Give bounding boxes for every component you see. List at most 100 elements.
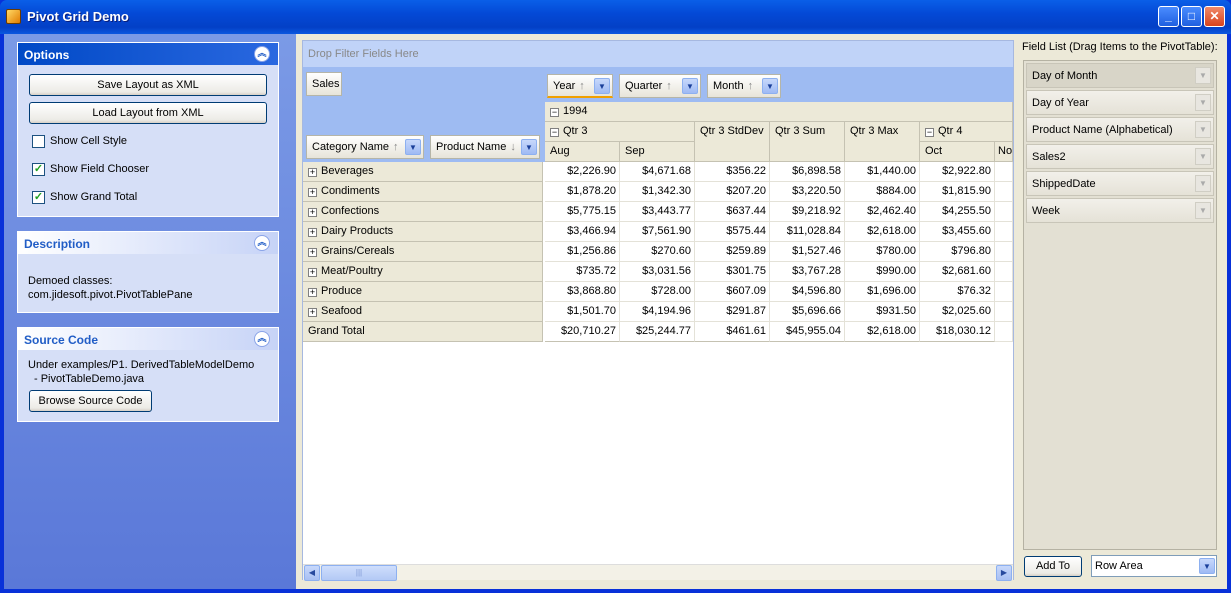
collapse-icon[interactable]: ︽ xyxy=(254,235,270,251)
close-button[interactable]: ✕ xyxy=(1204,6,1225,27)
chevron-down-icon[interactable]: ▼ xyxy=(521,139,537,155)
field-list-item[interactable]: Day of Year ▼ xyxy=(1026,90,1214,115)
data-cell[interactable]: $931.50 xyxy=(845,302,920,322)
chevron-down-icon[interactable]: ▼ xyxy=(1195,202,1211,219)
chevron-down-icon[interactable]: ▼ xyxy=(1195,148,1211,165)
data-cell[interactable]: $1,815.90 xyxy=(920,182,995,202)
data-cell[interactable]: $9,218.92 xyxy=(770,202,845,222)
data-cell[interactable] xyxy=(995,322,1013,342)
data-cell[interactable]: $2,922.80 xyxy=(920,162,995,182)
chevron-down-icon[interactable]: ▼ xyxy=(1199,558,1215,574)
data-cell[interactable] xyxy=(995,282,1013,302)
data-cell[interactable]: $1,878.20 xyxy=(545,182,620,202)
chevron-down-icon[interactable]: ▼ xyxy=(1195,94,1211,111)
data-cell[interactable]: $6,898.58 xyxy=(770,162,845,182)
data-cell[interactable] xyxy=(995,222,1013,242)
data-cell[interactable]: $2,025.60 xyxy=(920,302,995,322)
data-cell[interactable] xyxy=(995,242,1013,262)
data-cell[interactable] xyxy=(995,162,1013,182)
checkmark-icon[interactable]: ✓ xyxy=(32,162,45,176)
data-cell[interactable]: $780.00 xyxy=(845,242,920,262)
filter-drop-area[interactable]: Drop Filter Fields Here xyxy=(303,41,1013,67)
data-cell[interactable]: $2,226.90 xyxy=(545,162,620,182)
data-cell[interactable]: $270.60 xyxy=(620,242,695,262)
expand-plus-icon[interactable]: + xyxy=(308,288,317,297)
column-field-month[interactable]: Month ↑ ▼ xyxy=(707,74,781,98)
show-field-chooser-checkbox[interactable]: ✓ Show Field Chooser xyxy=(32,162,149,176)
data-cell[interactable]: $990.00 xyxy=(845,262,920,282)
area-select[interactable]: Row Area ▼ xyxy=(1091,555,1217,577)
data-cell[interactable]: $735.72 xyxy=(545,262,620,282)
row-field-category-name[interactable]: Category Name ↑ ▼ xyxy=(306,135,424,159)
data-cell[interactable]: $1,342.30 xyxy=(620,182,695,202)
row-field-product-name[interactable]: Product Name ↓ ▼ xyxy=(430,135,540,159)
data-cell[interactable]: $76.32 xyxy=(920,282,995,302)
data-cell[interactable]: $1,527.46 xyxy=(770,242,845,262)
chevron-down-icon[interactable]: ▼ xyxy=(405,139,421,155)
grand-total-cell[interactable]: $20,710.27 xyxy=(545,322,620,342)
expand-plus-icon[interactable]: + xyxy=(308,248,317,257)
data-cell[interactable]: $4,671.68 xyxy=(620,162,695,182)
horizontal-scrollbar[interactable]: ◀ ||| ▶ xyxy=(303,564,1013,581)
field-list-item[interactable]: ShippedDate ▼ xyxy=(1026,171,1214,196)
row-header[interactable]: + Condiments xyxy=(303,182,543,202)
grand-total-cell[interactable]: $18,030.12 xyxy=(920,322,995,342)
data-cell[interactable]: $1,696.00 xyxy=(845,282,920,302)
year-header[interactable]: −1994 xyxy=(545,102,1013,122)
collapse-icon[interactable]: ︽ xyxy=(254,46,270,62)
maximize-button[interactable]: □ xyxy=(1181,6,1202,27)
field-list-item[interactable]: Day of Month ▼ xyxy=(1026,63,1214,88)
data-cell[interactable]: $2,462.40 xyxy=(845,202,920,222)
collapse-icon[interactable]: ︽ xyxy=(254,331,270,347)
expand-plus-icon[interactable]: + xyxy=(308,268,317,277)
chevron-down-icon[interactable]: ▼ xyxy=(762,78,778,94)
data-cell[interactable]: $2,681.60 xyxy=(920,262,995,282)
column-field-quarter[interactable]: Quarter ↑ ▼ xyxy=(619,74,701,98)
options-panel-header[interactable]: Options ︽ xyxy=(18,43,278,65)
data-cell[interactable] xyxy=(995,182,1013,202)
data-cell[interactable]: $3,443.77 xyxy=(620,202,695,222)
data-cell[interactable]: $4,596.80 xyxy=(770,282,845,302)
expand-plus-icon[interactable]: + xyxy=(308,188,317,197)
data-cell[interactable]: $11,028.84 xyxy=(770,222,845,242)
expand-plus-icon[interactable]: + xyxy=(308,308,317,317)
data-cell[interactable]: $301.75 xyxy=(695,262,770,282)
data-cell[interactable]: $3,767.28 xyxy=(770,262,845,282)
data-cell[interactable]: $1,440.00 xyxy=(845,162,920,182)
load-layout-button[interactable]: Load Layout from XML xyxy=(29,102,267,124)
field-list-item[interactable]: Product Name (Alphabetical) ▼ xyxy=(1026,117,1214,142)
chevron-down-icon[interactable]: ▼ xyxy=(1195,121,1211,138)
row-header[interactable]: + Beverages xyxy=(303,162,543,182)
data-cell[interactable]: $2,618.00 xyxy=(845,222,920,242)
data-cell[interactable] xyxy=(995,262,1013,282)
scroll-right-icon[interactable]: ▶ xyxy=(996,565,1012,581)
row-header[interactable]: + Grains/Cereals xyxy=(303,242,543,262)
checkbox-unchecked-icon[interactable] xyxy=(32,134,45,148)
row-header[interactable]: + Dairy Products xyxy=(303,222,543,242)
data-cell[interactable]: $3,868.80 xyxy=(545,282,620,302)
qtr4-header[interactable]: − Qtr 4 xyxy=(920,122,1013,142)
data-cell[interactable]: $5,775.15 xyxy=(545,202,620,222)
data-cell[interactable]: $3,466.94 xyxy=(545,222,620,242)
data-cell[interactable]: $4,194.96 xyxy=(620,302,695,322)
data-cell[interactable]: $7,561.90 xyxy=(620,222,695,242)
show-cell-style-checkbox[interactable]: Show Cell Style xyxy=(32,134,127,148)
description-panel-header[interactable]: Description ︽ xyxy=(18,232,278,254)
data-cell[interactable]: $637.44 xyxy=(695,202,770,222)
qtr3-header[interactable]: − Qtr 3 xyxy=(545,122,695,142)
grand-total-cell[interactable]: $2,618.00 xyxy=(845,322,920,342)
data-cell[interactable] xyxy=(995,302,1013,322)
data-cell[interactable]: $259.89 xyxy=(695,242,770,262)
column-field-year[interactable]: Year ↑ ▼ xyxy=(547,74,613,98)
collapse-minus-icon[interactable]: − xyxy=(550,108,559,117)
chevron-down-icon[interactable]: ▼ xyxy=(594,78,610,94)
row-header[interactable]: + Produce xyxy=(303,282,543,302)
source-code-panel-header[interactable]: Source Code ︽ xyxy=(18,328,278,350)
grand-total-cell[interactable]: $45,955.04 xyxy=(770,322,845,342)
chevron-down-icon[interactable]: ▼ xyxy=(1195,67,1211,84)
data-cell[interactable]: $3,031.56 xyxy=(620,262,695,282)
minimize-button[interactable]: _ xyxy=(1158,6,1179,27)
expand-plus-icon[interactable]: + xyxy=(308,168,317,177)
data-cell[interactable]: $207.20 xyxy=(695,182,770,202)
row-header[interactable]: + Confections xyxy=(303,202,543,222)
